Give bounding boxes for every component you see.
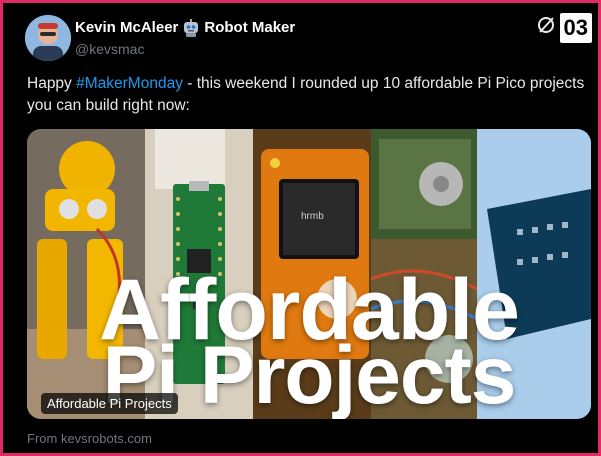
author-name[interactable]: Kevin McAleer [75,18,178,38]
corner-area: 03 [536,13,592,43]
author-name-row[interactable]: Kevin McAleer Robot Maker [75,18,295,38]
avatar-image [25,15,71,61]
avatar[interactable] [25,15,71,61]
hashtag-link[interactable]: #MakerMonday [76,75,183,92]
media-card[interactable]: hrmb Affordable Pi Projects Affordable P… [27,129,591,419]
magazine-frame: Kevin McAleer Robot Maker @kevsmac 03 Ha… [0,0,601,456]
robot-emoji-icon [182,19,200,37]
screen-text: hrmb [301,211,324,222]
tweet-text-before: Happy [27,75,77,92]
page-badge: 03 [559,13,592,43]
grok-slash-icon[interactable] [536,15,556,41]
tweet-text: Happy #MakerMonday - this weekend I roun… [27,73,592,117]
media-alt-label: Affordable Pi Projects [41,393,178,414]
author-handle[interactable]: @kevsmac [75,41,144,57]
author-name-suffix: Robot Maker [204,19,296,36]
tweet-card: Kevin McAleer Robot Maker @kevsmac 03 Ha… [3,3,598,453]
link-source[interactable]: From kevsrobots.com [27,431,152,446]
